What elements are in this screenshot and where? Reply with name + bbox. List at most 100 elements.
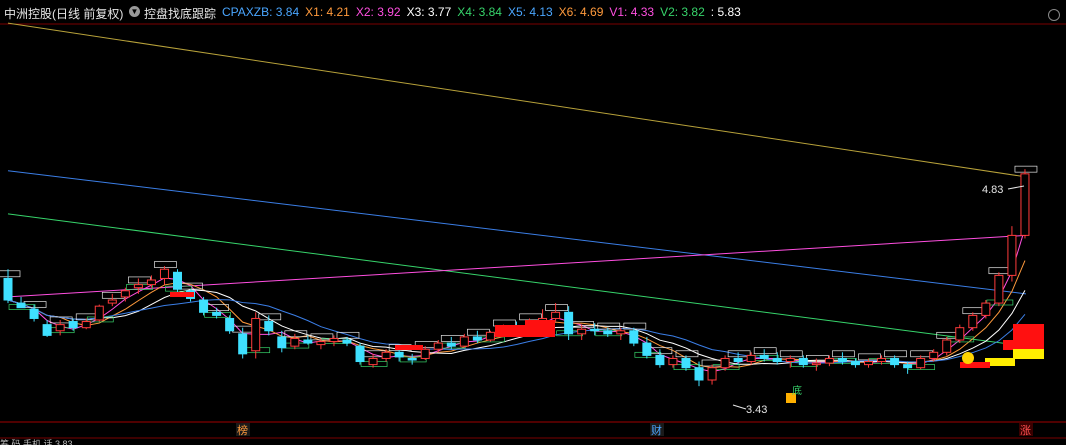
low-price-pointer xyxy=(732,404,747,410)
signal-block xyxy=(960,362,990,368)
candle-body xyxy=(446,342,456,347)
candle-body xyxy=(824,357,834,364)
candle-body xyxy=(29,308,39,319)
candle-body xyxy=(759,354,769,359)
chip-box xyxy=(545,304,568,311)
candle-body xyxy=(485,331,495,341)
candle-body xyxy=(707,367,717,381)
candle-body xyxy=(877,357,887,363)
candle-body xyxy=(420,348,430,359)
chip-box xyxy=(884,350,907,358)
chip-box xyxy=(753,347,777,355)
candle-body xyxy=(16,302,26,309)
bottom-signal-label: 底 xyxy=(792,384,802,397)
signal-block xyxy=(170,292,194,297)
candle-body xyxy=(903,364,913,369)
candle-body xyxy=(968,314,978,329)
high-price-label: 4.83 xyxy=(982,184,1003,196)
candle-body xyxy=(785,357,795,363)
candle-body xyxy=(55,324,65,332)
smiley-icon xyxy=(962,352,974,364)
candle-body xyxy=(290,337,300,347)
line-magenta xyxy=(7,234,1027,298)
signal-block xyxy=(1013,349,1044,359)
candle-body xyxy=(120,290,130,298)
candle-body xyxy=(642,342,652,356)
candle-body xyxy=(329,337,339,343)
low-price-label: 3.43 xyxy=(746,404,767,416)
candle-body xyxy=(225,317,235,332)
candle-body xyxy=(68,321,78,329)
candle-body xyxy=(811,362,821,366)
candle-body xyxy=(1007,234,1017,276)
candle-body xyxy=(994,274,1004,304)
chip-box xyxy=(0,270,21,278)
zhang-marker: 涨 xyxy=(1020,424,1031,437)
candle-body xyxy=(107,299,117,304)
candlestick-chart[interactable]: 4.83 3.43 底榜 财 涨 xyxy=(0,0,1066,445)
candle-body xyxy=(590,328,600,332)
candle-body xyxy=(394,351,404,358)
candle-body xyxy=(3,277,13,301)
candle-body xyxy=(720,357,730,369)
candle-body xyxy=(459,336,469,347)
chip-box xyxy=(1014,165,1038,173)
candle-body xyxy=(251,317,261,352)
signal-block xyxy=(495,325,555,337)
candle-body xyxy=(668,357,678,366)
candle-body xyxy=(303,339,313,344)
candle-body xyxy=(238,333,248,355)
candle-body xyxy=(746,354,756,363)
candle-body xyxy=(890,357,900,366)
candle-body xyxy=(837,357,847,363)
candle-body xyxy=(146,279,156,286)
candle-body xyxy=(355,345,365,363)
candle-body xyxy=(850,361,860,366)
candle-body xyxy=(433,342,443,350)
candle-body xyxy=(133,284,143,289)
chip-box xyxy=(154,261,177,268)
line-olive xyxy=(7,22,1027,178)
candle-body xyxy=(316,341,326,346)
candle-body xyxy=(564,311,574,335)
candle-body xyxy=(955,327,965,341)
candle-body xyxy=(342,339,352,344)
candle-body xyxy=(1020,173,1030,236)
candle-body xyxy=(916,357,926,369)
bang-marker: 榜 xyxy=(237,423,248,437)
candle-body xyxy=(655,354,665,366)
candle-body xyxy=(212,311,222,316)
signal-block xyxy=(395,345,423,350)
candle-body xyxy=(81,321,91,329)
candle-body xyxy=(681,357,691,369)
candle-body xyxy=(551,311,561,319)
candle-body xyxy=(772,357,782,363)
chip-box xyxy=(779,350,803,358)
candle-body xyxy=(159,268,169,279)
signal-block xyxy=(525,320,555,326)
candle-body xyxy=(629,330,639,344)
candle-body xyxy=(94,305,104,321)
candle-body xyxy=(172,271,182,290)
signal-block xyxy=(1003,340,1044,350)
cai-marker: 财 xyxy=(651,423,662,437)
candle-body xyxy=(942,339,952,353)
candle-body xyxy=(42,324,52,336)
bottom-indicator-strip: 筹 码 手机 话 3.83 xyxy=(0,439,73,445)
chip-box xyxy=(832,350,855,358)
candle-body xyxy=(616,330,626,335)
candle-body xyxy=(603,330,613,335)
candle-body xyxy=(407,357,417,361)
candle-body xyxy=(577,328,587,335)
candle-body xyxy=(199,299,209,313)
candle-body xyxy=(981,302,991,316)
candle-body xyxy=(864,361,874,366)
candle-body xyxy=(929,351,939,359)
candle-body xyxy=(277,336,287,349)
candle-body xyxy=(368,357,378,366)
candle-body xyxy=(694,367,704,381)
candle-body xyxy=(472,336,482,341)
candle-body xyxy=(733,357,743,363)
candle-body xyxy=(798,357,808,366)
candle-body xyxy=(264,321,274,332)
